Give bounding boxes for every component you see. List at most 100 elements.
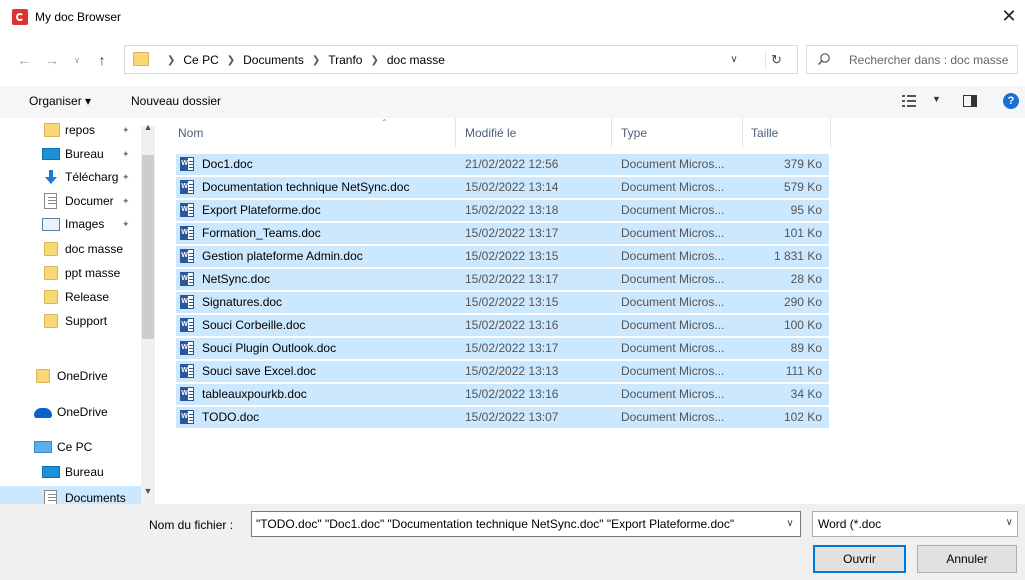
chevron-right-icon: ❯ xyxy=(167,54,176,66)
documents-icon xyxy=(44,490,57,504)
cancel-button[interactable]: Annuler xyxy=(917,545,1017,573)
word-document-icon xyxy=(180,341,194,355)
sidebar-item-bureau-pc[interactable]: Bureau xyxy=(0,460,155,484)
search-placeholder: Rechercher dans : doc masse xyxy=(849,53,1009,67)
sidebar-item-label: OneDrive xyxy=(57,369,108,383)
filename-input[interactable]: "TODO.doc" "Doc1.doc" "Documentation tec… xyxy=(251,511,801,537)
file-row[interactable]: Doc1.doc 21/02/2022 12:56 Document Micro… xyxy=(176,154,829,175)
breadcrumb-documents[interactable]: Documents xyxy=(243,53,304,67)
file-row[interactable]: Formation_Teams.doc 15/02/2022 13:17 Doc… xyxy=(176,223,829,244)
filename-value: "TODO.doc" "Doc1.doc" "Documentation tec… xyxy=(256,517,735,531)
documents-icon xyxy=(44,193,57,209)
sidebar-scroll-thumb[interactable] xyxy=(142,155,154,339)
help-icon[interactable]: ? xyxy=(1003,93,1019,109)
address-field[interactable]: ❯ Ce PC ❯ Documents ❯ Tranfo ❯ doc masse… xyxy=(124,45,798,74)
word-document-icon xyxy=(180,180,194,194)
breadcrumb-doc-masse[interactable]: doc masse xyxy=(387,53,445,67)
word-document-icon xyxy=(180,364,194,378)
close-button[interactable]: ✕ xyxy=(999,5,1019,27)
file-row[interactable]: Souci Corbeille.doc 15/02/2022 13:16 Doc… xyxy=(176,315,829,336)
column-header-size[interactable]: Taille xyxy=(751,118,778,148)
sidebar-item-documents-quick[interactable]: Documer ✦ xyxy=(0,189,155,213)
file-size: 290 Ko xyxy=(783,295,822,309)
file-row[interactable]: Souci Plugin Outlook.doc 15/02/2022 13:1… xyxy=(176,338,829,359)
file-type-select[interactable]: Word (*.doc ∨ xyxy=(812,511,1018,537)
open-button[interactable]: Ouvrir xyxy=(813,545,906,573)
file-size: 379 Ko xyxy=(783,157,822,171)
preview-pane-icon[interactable] xyxy=(963,95,977,107)
folder-icon xyxy=(133,52,149,66)
sidebar-item-doc-masse[interactable]: doc masse xyxy=(0,237,155,261)
view-options-icon[interactable] xyxy=(902,95,916,107)
sidebar-item-documents[interactable]: Documents xyxy=(0,486,155,504)
forward-arrow-icon[interactable]: → xyxy=(44,52,60,68)
file-type: Document Micros... xyxy=(621,203,725,217)
chevron-right-icon: ❯ xyxy=(226,54,236,66)
file-row[interactable]: Gestion plateforme Admin.doc 15/02/2022 … xyxy=(176,246,829,267)
file-name: Export Plateforme.doc xyxy=(202,203,321,217)
file-date: 21/02/2022 12:56 xyxy=(465,157,559,171)
sidebar-item-ce-pc[interactable]: Ce PC xyxy=(0,435,155,459)
sidebar-item-release[interactable]: Release xyxy=(0,285,155,309)
view-dropdown-arrow-icon[interactable]: ▼ xyxy=(932,94,941,104)
file-row[interactable]: tableauxpourkb.doc 15/02/2022 13:16 Docu… xyxy=(176,384,829,405)
file-type: Document Micros... xyxy=(621,157,725,171)
refresh-icon[interactable]: ↻ xyxy=(765,50,787,70)
file-name: Signatures.doc xyxy=(202,295,283,309)
word-document-icon xyxy=(180,318,194,332)
column-divider[interactable] xyxy=(830,118,831,148)
file-list: Nom ⌃ Modifié le Type Taille Doc1.doc 21… xyxy=(158,118,1025,504)
organise-menu-button[interactable]: Organiser ▾ xyxy=(29,94,91,108)
column-divider[interactable] xyxy=(455,118,456,148)
file-row[interactable]: Souci save Excel.doc 15/02/2022 13:13 Do… xyxy=(176,361,829,382)
folder-icon xyxy=(44,242,58,256)
new-folder-button[interactable]: Nouveau dossier xyxy=(131,94,221,108)
sidebar-item-images[interactable]: Images ✦ xyxy=(0,212,155,236)
file-name: Souci Corbeille.doc xyxy=(202,318,306,332)
recent-locations-chevron-icon[interactable]: ∨ xyxy=(69,52,85,68)
column-divider[interactable] xyxy=(611,118,612,148)
sidebar-item-onedrive-cloud[interactable]: OneDrive xyxy=(0,400,155,424)
file-date: 15/02/2022 13:16 xyxy=(465,318,559,332)
chevron-down-icon[interactable]: ∨ xyxy=(780,512,800,536)
scroll-up-arrow-icon[interactable]: ▲ xyxy=(142,122,154,136)
file-date: 15/02/2022 13:18 xyxy=(465,203,559,217)
column-header-date[interactable]: Modifié le xyxy=(465,118,516,148)
sidebar-item-onedrive-folder[interactable]: OneDrive xyxy=(0,364,155,388)
file-size: 34 Ko xyxy=(790,387,822,401)
file-date: 15/02/2022 13:13 xyxy=(465,364,559,378)
file-date: 15/02/2022 13:14 xyxy=(465,180,559,194)
up-arrow-icon[interactable]: ↑ xyxy=(94,52,110,68)
file-date: 15/02/2022 13:15 xyxy=(465,295,559,309)
file-row[interactable]: Export Plateforme.doc 15/02/2022 13:18 D… xyxy=(176,200,829,221)
file-row[interactable]: Documentation technique NetSync.doc 15/0… xyxy=(176,177,829,198)
chevron-right-icon: ❯ xyxy=(311,54,321,66)
file-row[interactable]: TODO.doc 15/02/2022 13:07 Document Micro… xyxy=(176,407,829,428)
chevron-down-icon[interactable]: ∨ xyxy=(724,51,744,69)
column-divider[interactable] xyxy=(742,118,743,148)
back-arrow-icon[interactable]: ← xyxy=(16,52,32,68)
sidebar-item-telechargements[interactable]: Télécharg ✦ xyxy=(0,165,155,189)
file-row[interactable]: NetSync.doc 15/02/2022 13:17 Document Mi… xyxy=(176,269,829,290)
word-document-icon xyxy=(180,203,194,217)
sidebar-item-support[interactable]: Support xyxy=(0,309,155,333)
file-date: 15/02/2022 13:17 xyxy=(465,272,559,286)
sidebar-item-repos[interactable]: repos ✦ xyxy=(0,118,155,142)
breadcrumb-tranfo[interactable]: Tranfo xyxy=(328,53,362,67)
folder-icon xyxy=(44,266,58,280)
breadcrumb: ❯ Ce PC ❯ Documents ❯ Tranfo ❯ doc masse xyxy=(159,53,445,67)
breadcrumb-ce-pc[interactable]: Ce PC xyxy=(183,53,218,67)
sidebar-item-label: Support xyxy=(65,314,108,328)
column-header-type[interactable]: Type xyxy=(621,118,647,148)
file-name: Documentation technique NetSync.doc xyxy=(202,180,410,194)
folder-icon xyxy=(36,369,50,383)
sidebar-item-bureau[interactable]: Bureau ✦ xyxy=(0,142,155,166)
file-row[interactable]: Signatures.doc 15/02/2022 13:15 Document… xyxy=(176,292,829,313)
sidebar-item-label: Release xyxy=(65,290,110,304)
filename-label: Nom du fichier : xyxy=(149,518,234,532)
search-input[interactable]: Rechercher dans : doc masse xyxy=(806,45,1018,74)
file-date: 15/02/2022 13:17 xyxy=(465,226,559,240)
scroll-down-arrow-icon[interactable]: ▼ xyxy=(142,486,154,500)
sidebar-item-ppt-masse[interactable]: ppt masse xyxy=(0,261,155,285)
column-header-name[interactable]: Nom xyxy=(178,118,203,148)
